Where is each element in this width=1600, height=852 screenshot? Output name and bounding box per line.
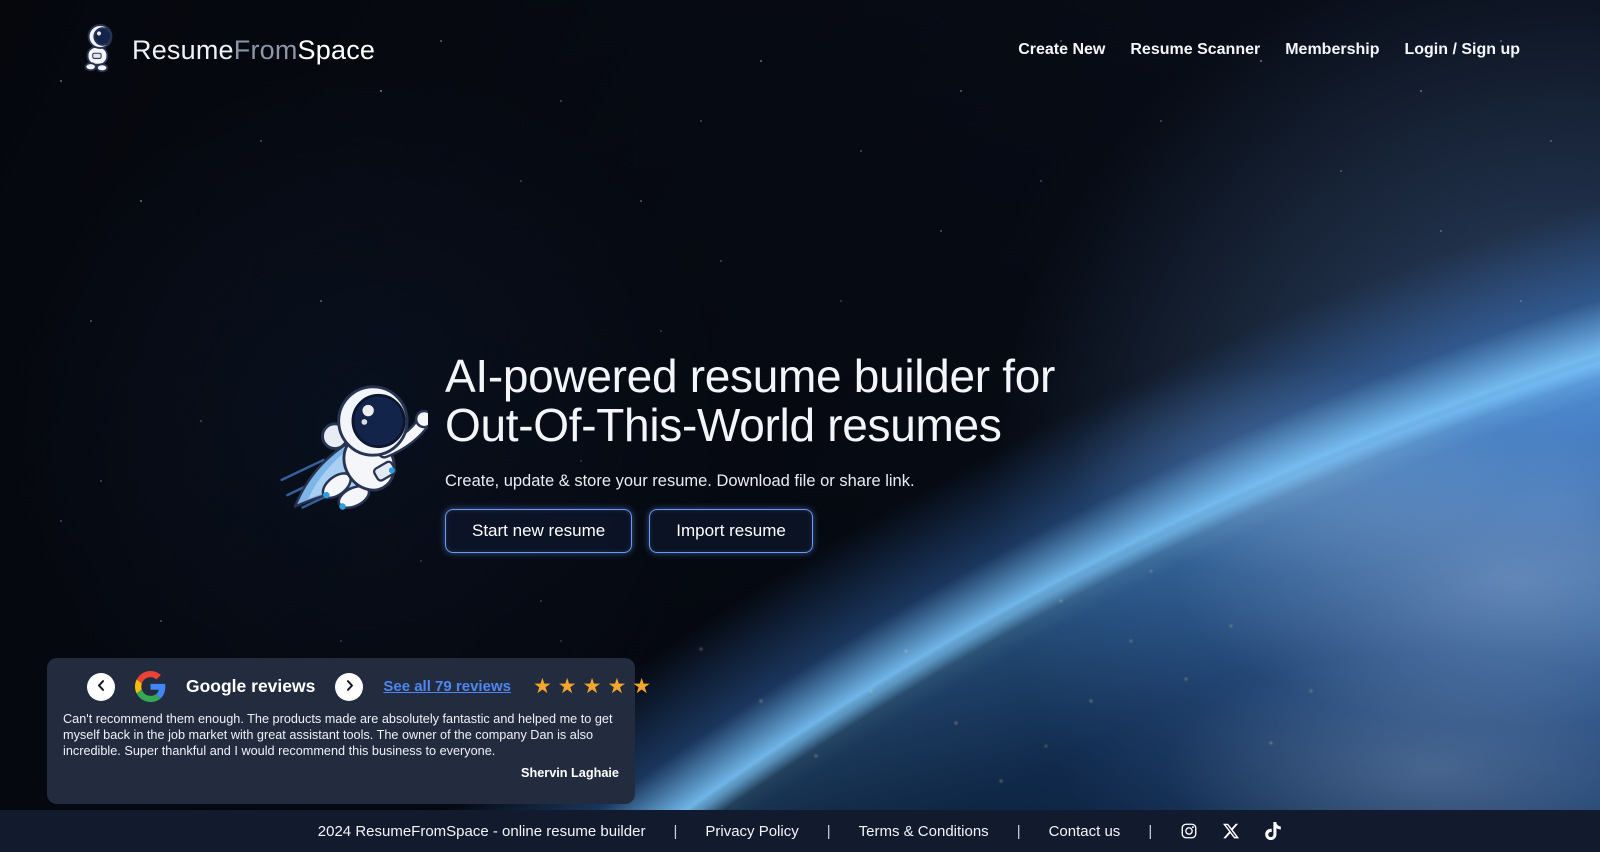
import-resume-button[interactable]: Import resume — [649, 509, 813, 553]
star-rating: ★★★★★ — [532, 675, 658, 698]
main-nav: Create New Resume Scanner Membership Log… — [1018, 41, 1520, 59]
footer-terms-link[interactable]: Terms & Conditions — [859, 823, 989, 840]
prev-review-button[interactable] — [87, 672, 115, 701]
hero-section: AI-powered resume builder for Out-Of-Thi… — [445, 352, 1055, 553]
hero-buttons: Start new resume Import resume — [445, 509, 1055, 553]
footer: 2024 ResumeFromSpace - online resume bui… — [0, 810, 1600, 852]
hero-title-line1: AI-powered resume builder for — [445, 350, 1056, 402]
see-all-reviews-link[interactable]: See all 79 reviews — [383, 678, 511, 695]
footer-copyright: 2024 ResumeFromSpace - online resume bui… — [317, 822, 646, 840]
google-reviews-card: Google reviews See all 79 reviews ★★★★★ … — [47, 658, 651, 804]
nav-membership[interactable]: Membership — [1285, 41, 1379, 59]
hero-title-line2: Out-Of-This-World resumes — [445, 399, 1002, 451]
nav-login-signup[interactable]: Login / Sign up — [1404, 41, 1520, 59]
hero-subtitle: Create, update & store your resume. Down… — [445, 472, 915, 490]
footer-separator: | — [1016, 822, 1021, 840]
footer-privacy-policy-link[interactable]: Privacy Policy — [705, 823, 798, 840]
instagram-icon[interactable] — [1180, 822, 1198, 840]
brand-logo[interactable]: ResumeFromSpace — [78, 23, 375, 78]
chevron-right-icon — [342, 678, 357, 696]
footer-separator: | — [673, 822, 678, 840]
x-icon[interactable] — [1222, 822, 1240, 840]
start-new-resume-button[interactable]: Start new resume — [445, 509, 633, 553]
chevron-left-icon — [94, 678, 109, 696]
footer-contact-link[interactable]: Contact us — [1049, 823, 1121, 840]
astronaut-mascot — [276, 364, 434, 516]
next-review-button[interactable] — [335, 672, 364, 701]
brand-name: ResumeFromSpace — [132, 34, 376, 65]
footer-separator: | — [1148, 822, 1153, 840]
reviewer-name: Shervin Laghaie — [520, 766, 619, 780]
review-card-header: Google reviews See all 79 reviews ★★★★★ — [47, 658, 651, 702]
tiktok-icon[interactable] — [1264, 822, 1282, 840]
hero-title: AI-powered resume builder for Out-Of-Thi… — [445, 352, 1055, 450]
astronaut-logo-icon — [78, 23, 120, 78]
google-logo-icon — [135, 671, 166, 702]
review-text: Can't recommend them enough. The product… — [63, 712, 613, 758]
footer-separator: | — [826, 822, 831, 840]
landing-page: ResumeFromSpace Create New Resume Scanne… — [0, 0, 1600, 852]
nav-resume-scanner[interactable]: Resume Scanner — [1130, 41, 1260, 59]
footer-social-icons — [1180, 822, 1282, 840]
nav-create-new[interactable]: Create New — [1018, 41, 1105, 59]
review-source-label: Google reviews — [186, 676, 316, 696]
header: ResumeFromSpace Create New Resume Scanne… — [0, 0, 1600, 100]
